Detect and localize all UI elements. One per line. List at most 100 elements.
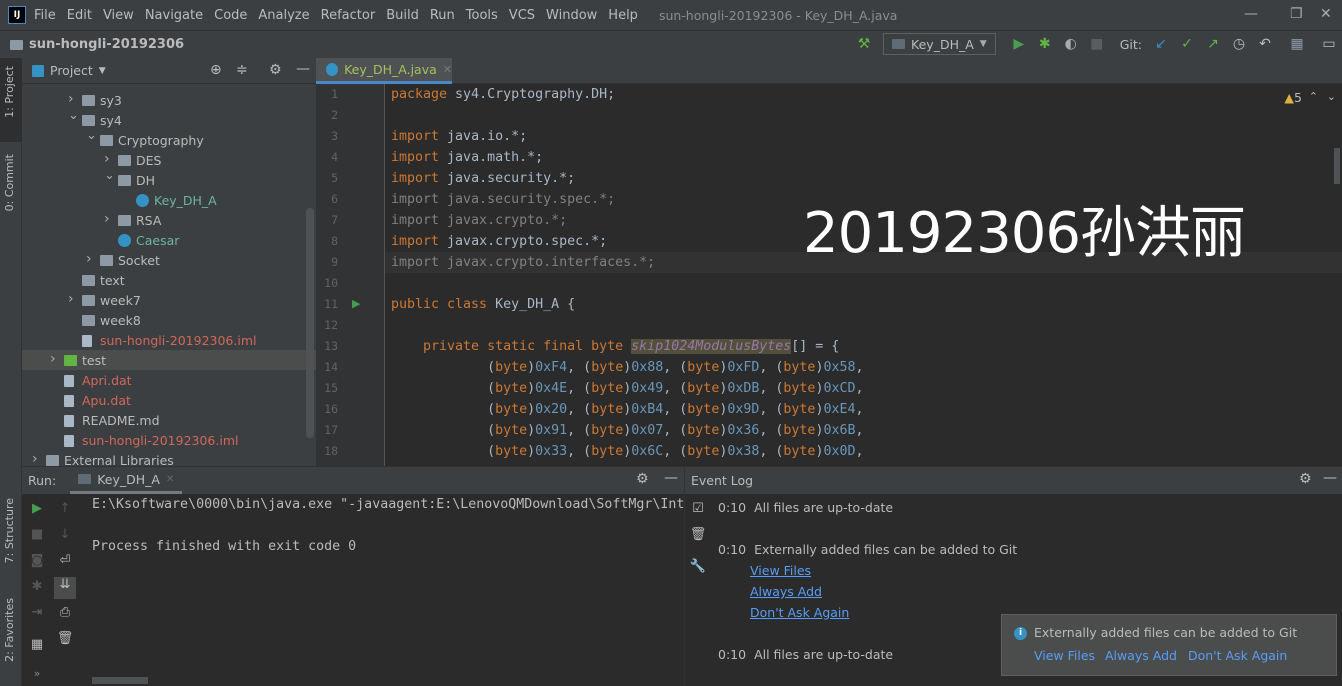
menu-code[interactable]: Code [214, 8, 247, 23]
run-gutter-icon[interactable]: ▶ [352, 297, 360, 310]
tree-item[interactable]: Caesar [22, 230, 316, 250]
tree-item[interactable]: README.md [22, 410, 316, 430]
tree-item[interactable]: ⌄ Cryptography [22, 128, 316, 150]
trash-icon[interactable]: 🗑 [687, 527, 709, 542]
menu-view[interactable]: View [103, 8, 134, 23]
soft-wrap-icon[interactable]: ⏎ [54, 553, 76, 568]
presentation-icon[interactable]: ▭ [1316, 36, 1342, 52]
menu-build[interactable]: Build [386, 8, 419, 23]
hide-panel-icon[interactable]: — [296, 61, 310, 77]
chevron-down-icon[interactable]: ⌄ [68, 108, 79, 123]
console-scrollbar[interactable] [92, 677, 148, 684]
scroll-to-end-icon[interactable]: ⇊ [54, 577, 76, 599]
tree-item[interactable]: Key_DH_A [22, 190, 316, 210]
tree-scrollbar[interactable] [306, 208, 314, 438]
chevron-down-icon[interactable]: ▼ [99, 66, 106, 76]
event-link[interactable]: Always Add [750, 584, 822, 599]
mark-read-icon[interactable]: ☑ [687, 501, 709, 516]
tree-item[interactable]: ⌄ DH [22, 168, 316, 190]
menu-file[interactable]: File [34, 8, 56, 23]
run-icon[interactable]: ▶ [1006, 36, 1032, 52]
chevron-right-icon[interactable]: › [104, 211, 110, 227]
inspection-widget[interactable]: ▲5 [1284, 90, 1302, 105]
project-view-selector[interactable]: Project [50, 63, 93, 78]
rollback-icon[interactable]: ↶ [1252, 36, 1278, 52]
commit-tool-tab[interactable]: 0: Commit [3, 154, 16, 211]
tree-item[interactable]: › RSA [22, 210, 316, 230]
tree-item[interactable]: ⌄ sy4 [22, 108, 316, 130]
debug-icon[interactable]: ✱ [26, 579, 48, 594]
tree-item[interactable]: Apri.dat [22, 370, 316, 390]
chevron-right-icon[interactable]: › [50, 351, 56, 367]
close-window-button[interactable]: ✕ [1320, 6, 1332, 22]
history-clock-icon[interactable]: ◷ [1226, 36, 1252, 52]
hide-panel-icon[interactable]: — [1323, 470, 1337, 486]
chevron-right-icon[interactable]: › [68, 291, 74, 307]
previous-highlight-icon[interactable]: ⌃ [1309, 90, 1318, 103]
code-area[interactable]: 1 2 3 4 5 6 7 8 9 10 11 ▶ 12 13 14 15 16 17 18 package sy4… [316, 84, 1342, 466]
close-tab-icon[interactable]: ✕ [166, 474, 174, 485]
menu-navigate[interactable]: Navigate [145, 8, 203, 23]
favorites-tool-tab[interactable]: 2: Favorites [3, 598, 16, 662]
run-config-dropdown[interactable]: Key_DH_A ▼ [883, 33, 996, 55]
project-structure-icon[interactable]: ▦ [1284, 36, 1310, 52]
git-commit-check-icon[interactable]: ✓ [1174, 36, 1200, 52]
breadcrumb-project[interactable]: sun-hongli-20192306 [29, 37, 184, 52]
dont-ask-again-link[interactable]: Don't Ask Again [1188, 648, 1287, 663]
view-files-link[interactable]: View Files [1034, 648, 1095, 663]
tree-item[interactable]: sun-hongli-20192306.iml [22, 330, 316, 350]
chevron-down-icon[interactable]: ⌄ [86, 128, 97, 143]
tree-item[interactable]: › sy3 [22, 90, 316, 110]
more-icon[interactable]: » [26, 667, 48, 680]
hide-panel-icon[interactable]: — [664, 470, 678, 486]
stop-icon[interactable]: ■ [26, 527, 48, 542]
exit-icon[interactable]: ⇥ [26, 605, 48, 620]
debug-bug-icon[interactable]: ✱ [1032, 36, 1058, 52]
locate-target-icon[interactable]: ⊕ [210, 62, 222, 78]
event-link[interactable]: View Files [750, 563, 811, 578]
chevron-right-icon[interactable]: › [86, 251, 92, 267]
chevron-right-icon[interactable]: › [104, 151, 110, 167]
rerun-icon[interactable]: ▶ [26, 501, 48, 516]
menu-tools[interactable]: Tools [466, 8, 498, 23]
collapse-all-icon[interactable]: ≑ [236, 62, 248, 78]
git-update-icon[interactable]: ↙ [1148, 36, 1174, 52]
chevron-right-icon[interactable]: › [68, 91, 74, 107]
layout-icon[interactable]: ▦ [26, 637, 48, 652]
menu-refactor[interactable]: Refactor [321, 8, 376, 23]
tree-item[interactable]: › test [22, 350, 316, 370]
tree-item[interactable]: › week7 [22, 290, 316, 310]
up-arrow-icon[interactable]: ↑ [54, 501, 76, 516]
menu-edit[interactable]: Edit [67, 8, 92, 23]
coverage-icon[interactable]: ◐ [1058, 36, 1084, 52]
tree-item[interactable]: text [22, 270, 316, 290]
always-add-link[interactable]: Always Add [1105, 648, 1177, 663]
tree-item[interactable]: week8 [22, 310, 316, 330]
run-tab-key-dh-a[interactable]: Key_DH_A ✕ [70, 467, 183, 494]
project-tool-tab[interactable]: 1: Project [3, 66, 16, 118]
menu-window[interactable]: Window [546, 8, 597, 23]
chevron-right-icon[interactable]: › [32, 451, 38, 466]
wrench-icon[interactable]: 🔧 [687, 559, 709, 574]
tree-item[interactable]: › Socket [22, 250, 316, 270]
print-icon[interactable]: ⎙ [54, 605, 76, 620]
close-tab-icon[interactable]: ✕ [443, 63, 452, 76]
gear-icon[interactable]: ⚙ [636, 471, 649, 487]
menu-analyze[interactable]: Analyze [258, 8, 309, 23]
stop-icon[interactable]: ■ [1084, 36, 1110, 52]
menu-run[interactable]: Run [430, 8, 455, 23]
structure-tool-tab[interactable]: 7: Structure [3, 498, 16, 563]
gear-icon[interactable]: ⚙ [1299, 471, 1312, 487]
build-hammer-icon[interactable]: ⚒ [851, 36, 877, 52]
tree-item[interactable]: › External Libraries [22, 450, 316, 466]
down-arrow-icon[interactable]: ↓ [54, 527, 76, 542]
tree-item[interactable]: sun-hongli-20192306.iml [22, 430, 316, 450]
tab-key-dh-a[interactable]: Key_DH_A.java ✕ [316, 58, 452, 84]
menu-vcs[interactable]: VCS [509, 8, 535, 23]
minimize-button[interactable]: — [1244, 6, 1258, 22]
menu-help[interactable]: Help [608, 8, 638, 23]
camera-icon[interactable]: ◙ [26, 553, 48, 568]
chevron-down-icon[interactable]: ⌄ [104, 168, 115, 183]
gear-icon[interactable]: ⚙ [269, 62, 282, 78]
trash-icon[interactable]: 🗑 [54, 631, 76, 646]
